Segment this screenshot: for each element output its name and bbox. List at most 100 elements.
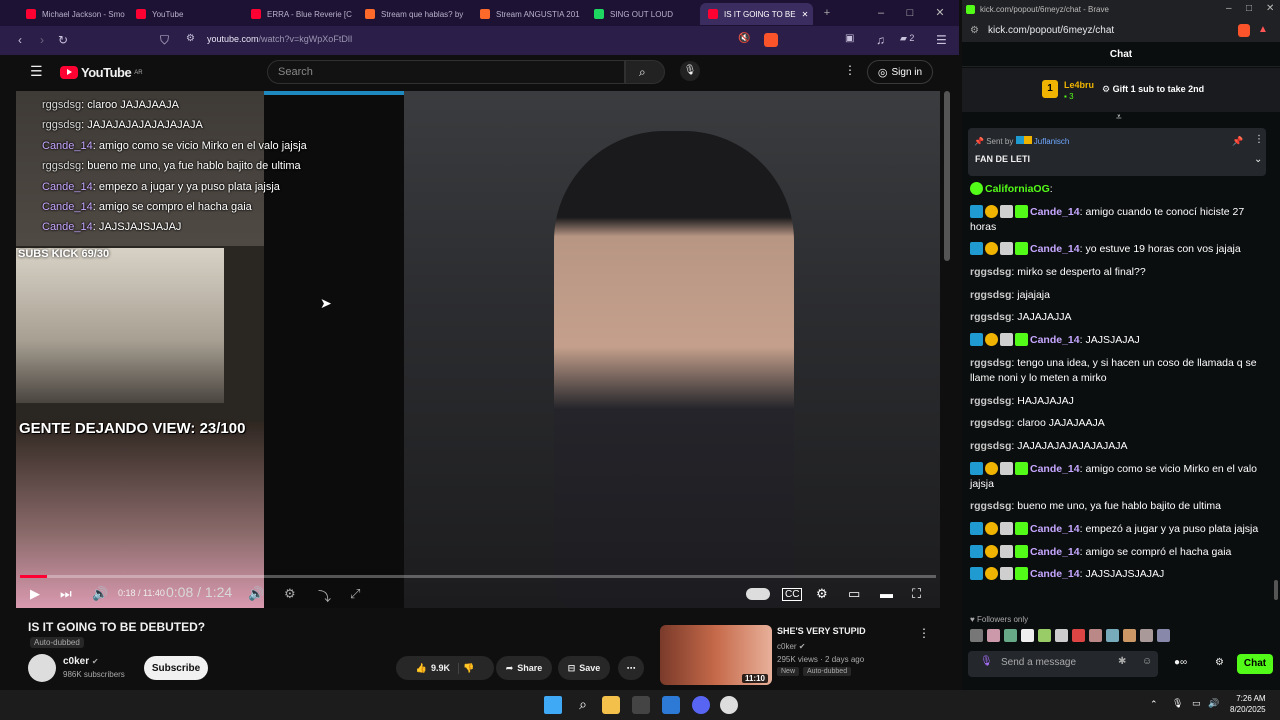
chat-username[interactable]: rggsdsg [970,266,1011,278]
microphone-icon[interactable]: 🎙 [680,61,700,81]
brave-shield-icon[interactable] [1238,24,1250,37]
play-icon[interactable]: ▶ [30,586,40,602]
page-scrollbar[interactable] [944,91,950,261]
new-tab-button[interactable]: + [820,6,834,20]
emote-icon[interactable] [1021,629,1034,642]
close-window-icon[interactable]: ✕ [1266,3,1274,14]
chat-username[interactable]: Cande_14 [1030,568,1080,580]
chat-username[interactable]: rggsdsg [970,311,1011,323]
browser-tab[interactable]: IS IT GOING TO BE ✕ [700,3,813,25]
microphone-icon[interactable]: 🎙 [1172,698,1183,709]
chat-username[interactable]: Cande_14 [1030,334,1080,346]
search-input[interactable]: Search [267,60,625,84]
store-icon[interactable] [632,696,650,714]
tray-chevron-icon[interactable]: ⌃ [1150,699,1158,710]
dislike-button[interactable]: 👎 [463,663,474,674]
emote-icon[interactable] [1038,629,1051,642]
volume-icon[interactable]: 🔊 [92,586,108,602]
emote-icon[interactable] [970,629,983,642]
expand-icon[interactable]: ⩡ [1116,112,1122,123]
sidebar-icon[interactable]: ▣ [845,33,854,44]
browser-tab[interactable]: Michael Jackson - Smo [18,3,128,25]
chat-username[interactable]: CaliforniaOG [985,183,1050,195]
close-window-icon[interactable]: ✕ [933,6,947,20]
minimize-icon[interactable]: – [1226,3,1232,14]
chat-username[interactable]: rggsdsg [970,417,1011,429]
chat-username[interactable]: rggsdsg [970,500,1011,512]
maximize-icon[interactable]: □ [903,6,917,20]
chat-username[interactable]: Cande_14 [1030,206,1080,218]
subtitles-icon[interactable]: CC [782,588,803,601]
gift-sub-button[interactable]: ⚙ Gift 1 sub to take 2nd [1102,84,1204,95]
like-button[interactable]: 👍 9.9K [416,662,459,674]
chat-username[interactable]: Cande_14 [1030,463,1080,475]
more-actions-button[interactable]: ⋯ [618,656,644,680]
close-tab-icon[interactable]: ✕ [802,10,809,19]
browser-tab[interactable]: Stream que hablas? by [357,3,467,25]
microphone-icon[interactable]: 🎙 [980,656,993,667]
url-field[interactable]: youtube.com/watch?v=kgWpXoFtDlI [207,34,352,44]
progress-bar[interactable] [20,575,936,578]
share-button[interactable]: ➦ Share [496,656,552,680]
chat-username[interactable]: rggsdsg [970,357,1011,369]
emote-icon[interactable] [987,629,1000,642]
emoji-icon[interactable]: ☺ [1142,656,1152,667]
emote-icon[interactable] [1140,629,1153,642]
chat-username[interactable]: rggsdsg [970,289,1011,301]
media-icon[interactable]: ♫ [876,33,885,47]
search-icon[interactable]: ⌕ [574,696,592,714]
maximize-icon[interactable]: □ [1246,3,1252,14]
volume-icon[interactable]: 🔊 [1208,698,1219,709]
forward-icon[interactable]: › [40,33,44,47]
reload-icon[interactable]: ↻ [58,33,68,47]
channel-name[interactable]: c0ker ✔ [63,656,99,667]
brave-rewards-icon[interactable]: ▲ [1258,24,1268,35]
chat-settings-icon[interactable]: ⚙ [1215,657,1224,668]
sign-in-button[interactable]: ◎ Sign in [867,60,933,84]
file-explorer-icon[interactable] [602,696,620,714]
recommended-channel[interactable]: c0ker ✔ [777,642,806,651]
back-icon[interactable]: ‹ [18,33,22,47]
video-player[interactable]: rggsdsg: claroo JAJAJAAJA rggsdsg: JAJAJA… [16,91,940,608]
browser-tab[interactable]: YouTube [128,3,238,25]
emote-icon[interactable] [1072,629,1085,642]
chat-username[interactable]: Cande_14 [1030,523,1080,535]
recommended-more-icon[interactable]: ⋮ [918,626,930,640]
pin-menu-icon[interactable]: ⋮ [1254,134,1264,145]
theater-mode-icon[interactable]: ▬ [880,586,893,601]
recommended-thumbnail[interactable]: 11:10 [660,625,772,685]
site-info-icon[interactable]: ⚙ [970,25,979,36]
more-options-icon[interactable]: ⋮ [844,63,856,77]
autoplay-toggle[interactable] [746,588,770,600]
hamburger-icon[interactable]: ☰ [30,63,43,80]
emote-icon[interactable] [1055,629,1068,642]
chat-input[interactable]: 🎙 Send a message ✱ ☺ [968,651,1158,677]
site-info-icon[interactable]: ⚙ [186,33,195,44]
code-editor-icon[interactable] [662,696,680,714]
subscribe-button[interactable]: Subscribe [144,656,208,680]
vpn-icon[interactable]: ▰ 2 [900,33,914,44]
channel-avatar[interactable] [28,654,56,682]
translate-icon[interactable]: ✱ [1118,656,1126,667]
emote-icon[interactable] [1106,629,1119,642]
kick-address-bar[interactable]: ⚙ kick.com/popout/6meyz/chat ▲ [962,20,1280,42]
save-button[interactable]: ⊟ Save [558,656,610,680]
send-chat-button[interactable]: Chat [1237,654,1273,674]
steam-icon[interactable] [720,696,738,714]
fullscreen-icon[interactable]: ⛶ [912,586,921,602]
start-icon[interactable] [544,696,562,714]
search-button[interactable]: ⌕ [625,60,665,84]
brave-shield-icon[interactable] [764,33,778,47]
clock[interactable]: 7:26 AM 8/20/2025 [1230,693,1266,715]
pin-icon[interactable]: 📌 [1232,136,1243,147]
browser-tab[interactable]: SING OUT LOUD [586,3,696,25]
emote-icon[interactable] [1004,629,1017,642]
browser-tab[interactable]: Stream ANGUSTIA 201 [472,3,582,25]
points-icon[interactable]: ●∞ [1174,657,1187,668]
browser-tab[interactable]: ERRA - Blue Reverie [C [243,3,353,25]
miniplayer-icon[interactable]: ▭ [848,586,860,602]
network-icon[interactable]: ▭ [1192,698,1201,709]
emote-icon[interactable] [1089,629,1102,642]
next-icon[interactable]: ⏭ [60,586,72,602]
chat-username[interactable]: Cande_14 [1030,243,1080,255]
